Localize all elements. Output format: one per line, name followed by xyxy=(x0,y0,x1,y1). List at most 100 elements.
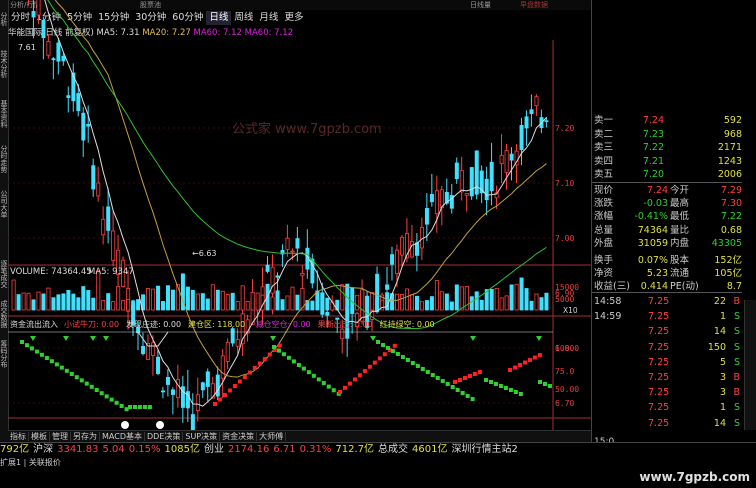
volume-bar xyxy=(46,287,51,311)
divider xyxy=(592,182,742,183)
volume-bar xyxy=(195,293,200,311)
order-book-row: 卖三 7.22 2171 xyxy=(594,141,742,155)
bottom-tab-6[interactable]: SUP决策 xyxy=(183,432,221,441)
indicator-dot xyxy=(286,355,291,360)
tick-row: 7.25 5 S xyxy=(594,355,740,370)
volume-bar xyxy=(290,286,295,311)
tick-side: S xyxy=(733,417,740,429)
candle-body xyxy=(499,154,504,165)
bottom-tab-1[interactable]: 模板 xyxy=(29,432,50,441)
volume-ma5: MA5: 9347 xyxy=(88,267,134,277)
indicator-dot xyxy=(342,385,347,390)
indicator-dot xyxy=(213,402,217,406)
indicator-dot xyxy=(508,368,512,372)
stat-value-2: 7.22 xyxy=(720,211,742,223)
volume-bar xyxy=(121,300,126,311)
bottom-tab-8[interactable]: 大师傅 xyxy=(257,432,287,441)
tick-row: 7.25 14 S xyxy=(594,416,740,431)
left-tab[interactable]: 技术分析 xyxy=(0,50,8,78)
volume-bar xyxy=(355,294,360,311)
bottom-tab-5[interactable]: DDE决策 xyxy=(144,432,184,441)
status-item: 6.71 xyxy=(273,444,296,455)
order-book-row: 卖一 7.24 592 xyxy=(594,114,742,128)
indicator-dot xyxy=(296,363,301,367)
indicator-dot xyxy=(79,378,84,383)
candle-body xyxy=(534,96,539,107)
bottom-tab-4[interactable]: MACD基本 xyxy=(100,432,145,441)
indicator-dot xyxy=(430,373,435,377)
volume-axis-label: 15000 xyxy=(555,283,579,292)
stat-value-2: 7.29 xyxy=(720,185,742,196)
stat-value: -0.03 xyxy=(643,198,668,210)
volume-bar xyxy=(459,286,464,311)
green-arrow xyxy=(470,336,476,341)
tick-side: S xyxy=(733,402,740,414)
candle-body xyxy=(519,124,524,151)
status-item: 总成交 xyxy=(378,444,408,455)
order-price: 7.20 xyxy=(642,169,664,180)
candle-body xyxy=(469,167,474,197)
volume-bar xyxy=(146,287,151,311)
indicator-dot xyxy=(352,377,357,382)
left-tab[interactable]: 成交数据 xyxy=(0,300,8,328)
indicator-dot xyxy=(291,359,296,364)
left-tab[interactable]: 筹码分布 xyxy=(0,340,8,368)
volume-bar xyxy=(509,284,514,311)
volume-bar xyxy=(439,291,444,311)
status-item: 沪深 xyxy=(33,444,54,455)
stat-value-2: 0.68 xyxy=(720,224,742,236)
tick-price: 7.25 xyxy=(648,326,670,338)
indicator-dot xyxy=(392,343,397,348)
indicator-dot xyxy=(321,381,326,385)
bottom-tab-2[interactable]: 管理 xyxy=(50,432,71,441)
stat-value-2: 105亿 xyxy=(714,268,742,280)
left-tab[interactable]: 公司大单 xyxy=(0,190,8,218)
volume-bar xyxy=(210,284,215,311)
bottom-tab-3[interactable]: 另存为 xyxy=(71,432,100,441)
indicator-dot xyxy=(462,376,467,380)
kline-chart[interactable]: 7.207.107.006.906.806.707.61←6.63VOLUME:… xyxy=(8,0,591,430)
left-tab[interactable]: 分时走势 xyxy=(0,145,8,173)
candle-body xyxy=(235,339,240,347)
indicator-axis-label: 75.0 xyxy=(555,367,574,376)
indicator-dot xyxy=(493,382,498,386)
indicator-dot xyxy=(281,352,286,357)
order-price: 7.23 xyxy=(642,128,664,140)
order-book-row: 卖五 7.20 2006 xyxy=(594,168,742,182)
volume-bar xyxy=(165,285,170,311)
bottom-tab-0[interactable]: 指标 xyxy=(8,432,29,441)
indicator-dot xyxy=(20,340,24,344)
indicator-dot xyxy=(457,378,462,382)
volume-bar xyxy=(240,285,245,311)
volume-bar xyxy=(26,292,31,311)
candle-body xyxy=(419,226,424,249)
status-sub-tabs[interactable]: 扩展1 | 关联报价 xyxy=(0,457,61,468)
indicator-axis-label: 50.00 xyxy=(555,385,579,394)
green-arrow xyxy=(536,336,542,341)
left-tab[interactable]: 基本资料 xyxy=(0,100,8,128)
indicator-dot xyxy=(99,391,104,396)
tick-row: 7.25 1 S xyxy=(594,400,740,415)
volume-bar xyxy=(365,295,370,311)
candle-body xyxy=(300,273,305,277)
volume-bar xyxy=(434,280,439,311)
volume-bar xyxy=(225,294,230,311)
volume-unit: X10 xyxy=(563,306,578,315)
stat-label-2: 最低 xyxy=(670,211,690,223)
candle-body xyxy=(529,109,534,115)
volume-bar xyxy=(160,301,165,311)
bottom-tab-7[interactable]: 资金决策 xyxy=(220,432,258,441)
indicator-dot xyxy=(89,384,94,389)
indicator-dot xyxy=(538,380,542,384)
order-label: 卖一 xyxy=(594,115,614,126)
y-tick-label: 6.70 xyxy=(555,399,574,408)
left-tab[interactable]: 逐笔成交 xyxy=(0,260,8,288)
volume-bar xyxy=(340,284,345,311)
indicator-dot xyxy=(39,352,44,357)
volume-bar xyxy=(464,285,469,311)
tick-price: 7.25 xyxy=(648,311,670,323)
order-volume: 968 xyxy=(723,128,742,140)
right-scrollbar[interactable] xyxy=(744,300,756,430)
indicator-dot xyxy=(532,355,537,360)
left-tab[interactable]: 分析 xyxy=(0,12,8,26)
